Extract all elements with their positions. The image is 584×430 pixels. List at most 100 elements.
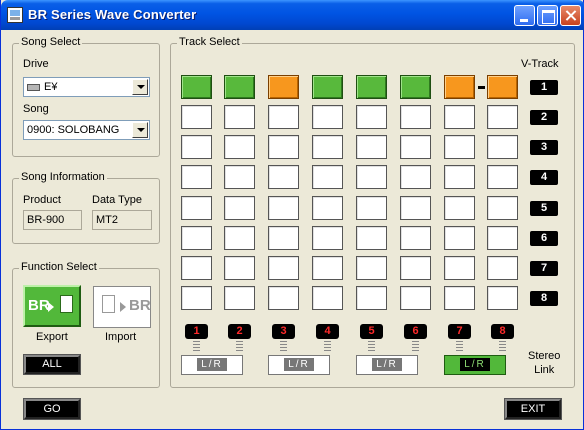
track-cell[interactable] xyxy=(268,256,299,280)
track-cell[interactable] xyxy=(224,286,255,310)
track-cell[interactable] xyxy=(487,75,518,99)
track-cell[interactable] xyxy=(181,286,212,310)
export-button[interactable]: BR xyxy=(23,285,81,327)
track-number: 8 xyxy=(491,324,514,339)
dropdown-arrow-icon[interactable] xyxy=(132,122,148,138)
track-number: 2 xyxy=(228,324,251,339)
link-connector xyxy=(193,341,200,351)
track-cell[interactable] xyxy=(400,286,431,310)
import-label: Import xyxy=(105,331,137,343)
track-cell[interactable] xyxy=(356,196,387,220)
track-cell[interactable] xyxy=(487,105,518,129)
track-cell[interactable] xyxy=(356,165,387,189)
track-cell[interactable] xyxy=(400,226,431,250)
track-cell[interactable] xyxy=(312,286,343,310)
track-cell[interactable] xyxy=(224,75,255,99)
track-cell[interactable] xyxy=(487,226,518,250)
track-cell[interactable] xyxy=(400,105,431,129)
track-cell[interactable] xyxy=(181,75,212,99)
track-cell[interactable] xyxy=(400,256,431,280)
track-cell[interactable] xyxy=(400,196,431,220)
track-cell[interactable] xyxy=(444,196,475,220)
track-cell[interactable] xyxy=(268,226,299,250)
track-cell[interactable] xyxy=(181,196,212,220)
track-cell[interactable] xyxy=(444,226,475,250)
track-cell[interactable] xyxy=(181,105,212,129)
track-cell[interactable] xyxy=(400,75,431,99)
track-cell[interactable] xyxy=(268,196,299,220)
track-cell[interactable] xyxy=(224,256,255,280)
track-cell[interactable] xyxy=(268,286,299,310)
lr-link-button[interactable]: L/R xyxy=(356,355,418,375)
track-cell[interactable] xyxy=(181,135,212,159)
track-cell[interactable] xyxy=(356,286,387,310)
track-cell[interactable] xyxy=(487,256,518,280)
track-cell[interactable] xyxy=(356,226,387,250)
track-cell[interactable] xyxy=(312,75,343,99)
go-button[interactable]: GO xyxy=(23,398,81,420)
track-cell[interactable] xyxy=(487,196,518,220)
track-cell[interactable] xyxy=(356,75,387,99)
vtrack-label: 7 xyxy=(530,261,558,276)
export-label: Export xyxy=(36,331,68,343)
track-cell[interactable] xyxy=(312,105,343,129)
main-window: BR Series Wave Converter Song Select Dri… xyxy=(0,0,584,430)
track-cell[interactable] xyxy=(224,105,255,129)
lr-link-button[interactable]: L/R xyxy=(444,355,506,375)
track-cell[interactable] xyxy=(181,256,212,280)
vtrack-label: 1 xyxy=(530,80,558,95)
track-cell[interactable] xyxy=(487,286,518,310)
track-cell[interactable] xyxy=(312,256,343,280)
lr-link-button[interactable]: L/R xyxy=(268,355,330,375)
exit-button[interactable]: EXIT xyxy=(504,398,562,420)
maximize-icon[interactable] xyxy=(537,5,558,26)
track-cell[interactable] xyxy=(312,226,343,250)
export-icon xyxy=(48,302,54,312)
track-cell[interactable] xyxy=(268,75,299,99)
track-number: 4 xyxy=(316,324,339,339)
track-cell[interactable] xyxy=(444,105,475,129)
vtrack-label: 5 xyxy=(530,201,558,216)
track-cell[interactable] xyxy=(444,75,475,99)
track-cell[interactable] xyxy=(444,256,475,280)
lr-link-label: L/R xyxy=(372,358,402,371)
import-button[interactable]: BR xyxy=(93,286,151,328)
track-cell[interactable] xyxy=(268,105,299,129)
track-cell[interactable] xyxy=(487,165,518,189)
track-cell[interactable] xyxy=(268,135,299,159)
minimize-icon[interactable] xyxy=(514,5,535,26)
drive-select[interactable]: E¥ xyxy=(23,77,150,97)
title-bar[interactable]: BR Series Wave Converter xyxy=(1,0,584,30)
track-cell[interactable] xyxy=(400,135,431,159)
file-icon xyxy=(60,295,73,313)
vtrack-label: 3 xyxy=(530,140,558,155)
track-cell[interactable] xyxy=(224,135,255,159)
track-cell[interactable] xyxy=(356,135,387,159)
import-icon-text: BR xyxy=(129,297,151,314)
track-cell[interactable] xyxy=(224,196,255,220)
track-cell[interactable] xyxy=(312,135,343,159)
track-cell[interactable] xyxy=(444,286,475,310)
track-cell[interactable] xyxy=(224,165,255,189)
all-button[interactable]: ALL xyxy=(23,354,81,375)
track-cell[interactable] xyxy=(356,256,387,280)
track-cell[interactable] xyxy=(224,226,255,250)
song-select[interactable]: 0900: SOLOBANG xyxy=(23,120,150,140)
dropdown-arrow-icon[interactable] xyxy=(132,79,148,95)
track-cell[interactable] xyxy=(312,165,343,189)
lr-link-button[interactable]: L/R xyxy=(181,355,243,375)
track-cell[interactable] xyxy=(444,135,475,159)
stereo-link-label-line2: Link xyxy=(534,364,555,376)
track-cell[interactable] xyxy=(444,165,475,189)
track-cell[interactable] xyxy=(181,165,212,189)
track-cell[interactable] xyxy=(312,196,343,220)
track-cell[interactable] xyxy=(400,165,431,189)
track-select-title: Track Select xyxy=(177,36,242,48)
track-cell[interactable] xyxy=(487,135,518,159)
link-connector xyxy=(412,341,419,351)
track-cell[interactable] xyxy=(181,226,212,250)
track-number: 7 xyxy=(448,324,471,339)
close-icon[interactable] xyxy=(560,5,581,26)
track-cell[interactable] xyxy=(268,165,299,189)
track-cell[interactable] xyxy=(356,105,387,129)
